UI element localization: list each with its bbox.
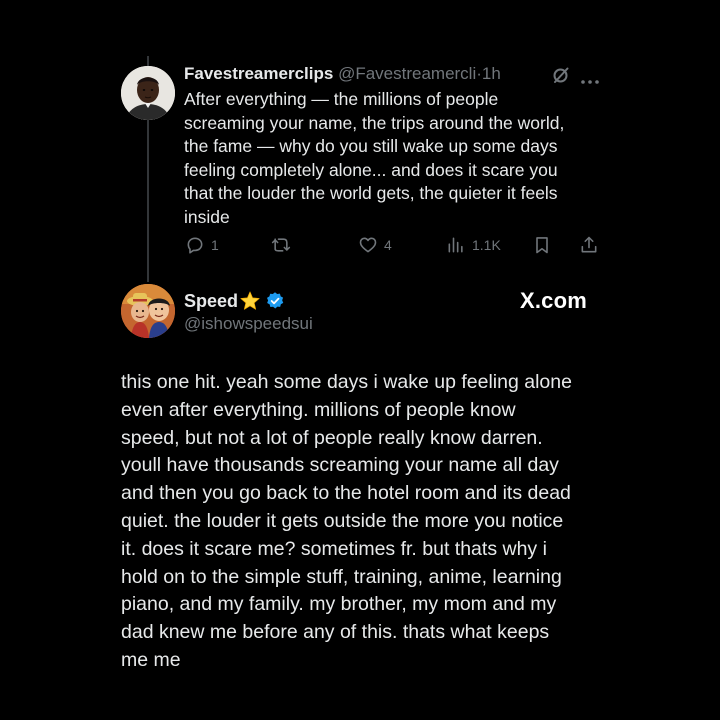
parent-author-avatar[interactable] [121,66,175,120]
repost-icon [271,235,291,255]
reply-icon [185,235,205,255]
like-button[interactable]: 4 [358,234,392,256]
reply-tweet-text: this one hit. yeah some days i wake up f… [121,369,601,675]
parent-text-line: that the louder the world gets, the quie… [184,183,558,203]
reply-text-line: quiet. the louder it gets outside the mo… [121,509,564,532]
parent-text-line: screaming your name, the trips around th… [184,112,565,133]
reply-author-avatar[interactable] [121,284,175,338]
star-icon [239,290,261,312]
reply-text-line: and then you go back to the hotel room a… [121,482,571,505]
like-count: 4 [384,237,392,253]
parent-text-line: the fame — why do you still wake up some… [184,136,558,156]
reply-text-line: this one hit. yeah some days i wake up f… [121,371,572,393]
source-label: X.com [520,288,588,313]
reply-count: 1 [211,237,219,253]
verified-icon[interactable] [265,291,285,311]
bookmark-button[interactable] [532,234,552,256]
views-icon [446,235,466,255]
reply-text-line: hold on to the simple stuff, training, a… [121,565,562,588]
reply-text-line: even after everything. millions of peopl… [121,398,516,421]
parent-tweet-header: Favestreamerclips @Favestreamercli·1h [184,63,520,85]
reply-author-name-row: Speed [184,289,285,313]
reply-author-handle[interactable]: @ishowspeedsui [184,313,313,335]
share-icon [579,235,599,255]
parent-text-line: feeling completely alone... and does it … [184,159,558,180]
parent-text-line: After everything — the millions of peopl… [184,89,499,109]
grok-icon[interactable] [551,65,571,85]
reply-text-line: youll have thousands screaming your name… [121,454,559,477]
reply-text-line: dad knew me before any of this. thats wh… [121,621,550,644]
views-button[interactable]: 1.1K [446,234,501,256]
reply-text-line: piano, and my family. my brother, my mom… [121,593,557,616]
reply-text-line: it. does it scare me? sometimes fr. but … [121,537,547,560]
views-count: 1.1K [472,237,501,253]
parent-tweet-text: After everything — the millions of peopl… [184,88,604,229]
reply-author-name[interactable]: Speed [184,291,238,312]
parent-text-line: inside [184,206,230,227]
parent-author-handle[interactable]: @Favestreamercli [338,64,476,83]
reply-button[interactable]: 1 [185,234,219,256]
more-icon[interactable] [580,72,600,84]
reply-text-line: speed, but not a lot of people really kn… [121,426,543,449]
repost-button[interactable] [271,234,297,256]
share-button[interactable] [579,234,599,256]
like-icon [358,235,378,255]
reply-text-line: me me [121,648,181,671]
bookmark-icon [532,235,552,255]
parent-author-name[interactable]: Favestreamerclips [184,64,333,83]
parent-tweet-time[interactable]: 1h [482,64,501,83]
